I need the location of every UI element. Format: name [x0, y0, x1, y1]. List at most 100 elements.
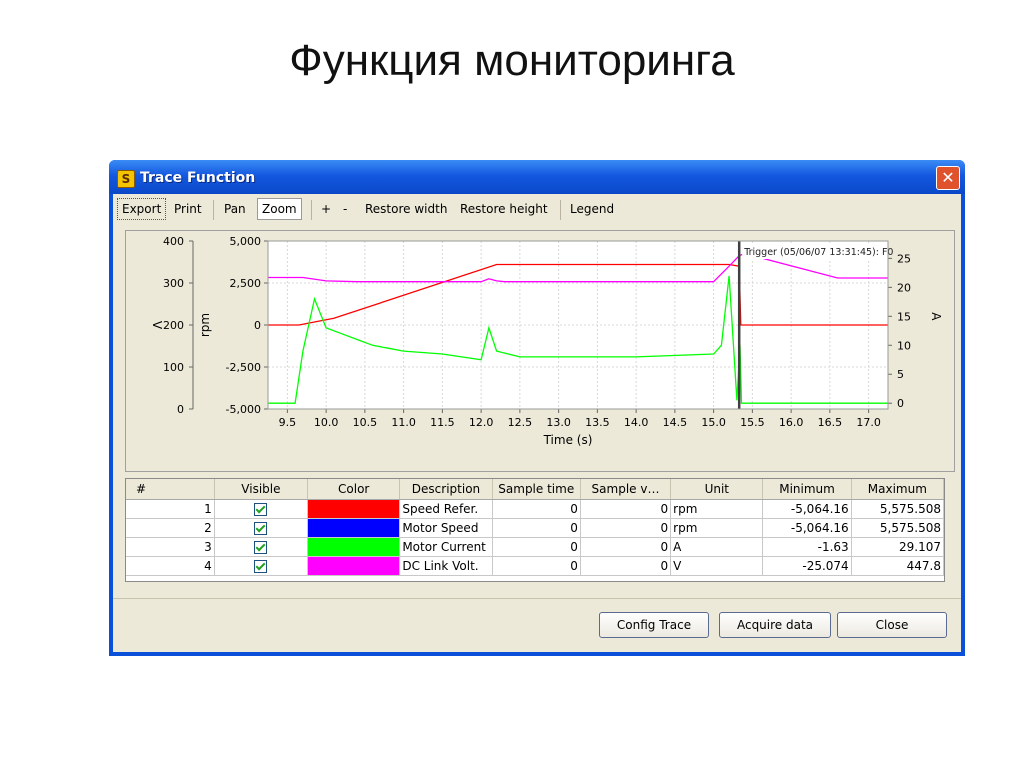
visible-cell	[214, 499, 309, 519]
col-header-number[interactable]: #	[126, 479, 215, 500]
unit-cell: rpm	[670, 518, 764, 538]
x-tick-label: 17.0	[856, 416, 881, 429]
x-tick-label: 16.0	[779, 416, 804, 429]
sample-value-cell: 0	[580, 556, 672, 576]
sample-time-cell: 0	[492, 499, 581, 519]
unit-cell: V	[670, 556, 764, 576]
table-row[interactable]: 1 Speed Refer. 0 0 rpm -5,064.16 5,575.5…	[126, 499, 945, 519]
table-row[interactable]: 3 Motor Current 0 0 A -1.63 29.107	[126, 537, 945, 557]
rpm-axis-label: rpm	[198, 313, 212, 337]
pan-button[interactable]: Pan	[220, 199, 250, 219]
sample-time-cell: 0	[492, 518, 581, 538]
maximum-cell: 29.107	[851, 537, 945, 557]
toolbar-separator	[311, 200, 312, 220]
sample-time-cell: 0	[492, 556, 581, 576]
trigger-label: Trigger (05/06/07 13:31:45): F0	[743, 247, 893, 258]
rpm-tick-label: -2,500	[226, 361, 261, 374]
v-axis-label: V	[150, 321, 164, 330]
a-tick-label: 25	[897, 252, 911, 265]
acquire-data-button[interactable]: Acquire data	[719, 612, 831, 638]
sample-value-cell: 0	[580, 518, 672, 538]
x-tick-label: 13.5	[585, 416, 610, 429]
col-header-description[interactable]: Description	[399, 479, 493, 500]
minimum-cell: -5,064.16	[762, 518, 852, 538]
channel-table: # Visible Color Description Sample time …	[125, 478, 945, 582]
x-tick-label: 15.5	[740, 416, 765, 429]
color-cell	[307, 499, 401, 519]
rpm-tick-label: 2,500	[230, 277, 262, 290]
close-button[interactable]: Close	[837, 612, 947, 638]
v-tick-label: 200	[163, 319, 184, 332]
table-header-row: # Visible Color Description Sample time …	[126, 479, 945, 500]
color-swatch[interactable]	[308, 519, 399, 537]
sample-value-cell: 0	[580, 499, 672, 519]
x-tick-label: 13.0	[546, 416, 571, 429]
color-swatch[interactable]	[308, 500, 399, 518]
description-cell: Speed Refer.	[399, 499, 493, 519]
row-number: 1	[126, 499, 215, 519]
visible-checkbox[interactable]	[254, 541, 268, 554]
v-tick-label: 300	[163, 277, 184, 290]
print-button[interactable]: Print	[170, 199, 206, 219]
window-client: Export Print Pan Zoom + - Restore width …	[113, 194, 961, 652]
restore-width-button[interactable]: Restore width	[361, 199, 451, 219]
table-row[interactable]: 4 DC Link Volt. 0 0 V -25.074 447.8	[126, 556, 945, 576]
table-row[interactable]: 2 Motor Speed 0 0 rpm -5,064.16 5,575.50…	[126, 518, 945, 538]
color-cell	[307, 556, 401, 576]
col-header-maximum[interactable]: Maximum	[851, 479, 945, 500]
description-cell: DC Link Volt.	[399, 556, 493, 576]
col-header-minimum[interactable]: Minimum	[762, 479, 852, 500]
maximum-cell: 447.8	[851, 556, 945, 576]
close-window-icon[interactable]: ✕	[936, 166, 960, 190]
maximum-cell: 5,575.508	[851, 518, 945, 538]
app-icon: S	[117, 170, 135, 188]
a-tick-label: 10	[897, 339, 911, 352]
x-tick-label: 10.5	[353, 416, 378, 429]
toolbar-separator	[560, 200, 561, 220]
zoom-button[interactable]: Zoom	[257, 198, 302, 220]
x-tick-label: 10.0	[314, 416, 339, 429]
col-header-unit[interactable]: Unit	[670, 479, 764, 500]
a-tick-label: 0	[897, 397, 904, 410]
x-axis-label: Time (s)	[543, 433, 593, 447]
a-tick-label: 15	[897, 310, 911, 323]
col-header-sample-value[interactable]: Sample v…	[580, 479, 672, 500]
description-cell: Motor Current	[399, 537, 493, 557]
x-tick-label: 11.5	[430, 416, 455, 429]
legend-button[interactable]: Legend	[566, 199, 618, 219]
x-tick-label: 11.0	[391, 416, 416, 429]
visible-checkbox[interactable]	[254, 503, 268, 516]
col-header-visible[interactable]: Visible	[214, 479, 309, 500]
trace-chart[interactable]: 9.5 10.0 10.5 11.0 11.5 12.0 12.5 13.0 13.5 14.0 1…	[126, 231, 954, 471]
footer-separator	[113, 598, 961, 599]
col-header-sample-time[interactable]: Sample time	[492, 479, 581, 500]
maximum-cell: 5,575.508	[851, 499, 945, 519]
rpm-tick-label: 5,000	[230, 235, 262, 248]
a-tick-label: 5	[897, 368, 904, 381]
restore-height-button[interactable]: Restore height	[456, 199, 552, 219]
window-title: Trace Function	[140, 170, 256, 186]
x-tick-label: 15.0	[701, 416, 726, 429]
x-tick-label: 12.5	[508, 416, 533, 429]
visible-checkbox[interactable]	[254, 522, 268, 535]
slide-title: Функция мониторинга	[289, 36, 735, 85]
col-header-color[interactable]: Color	[307, 479, 401, 500]
export-button[interactable]: Export	[117, 198, 167, 220]
zoom-in-button[interactable]: +	[317, 199, 335, 219]
rpm-tick-label: 0	[254, 319, 261, 332]
visible-cell	[214, 518, 309, 538]
plot-panel[interactable]: 9.5 10.0 10.5 11.0 11.5 12.0 12.5 13.0 13.5 14.0 1…	[125, 230, 955, 472]
v-tick-label: 100	[163, 361, 184, 374]
config-trace-button[interactable]: Config Trace	[599, 612, 709, 638]
visible-cell	[214, 556, 309, 576]
visible-checkbox[interactable]	[254, 560, 268, 573]
visible-cell	[214, 537, 309, 557]
rpm-tick-label: -5,000	[226, 403, 261, 416]
row-number: 2	[126, 518, 215, 538]
color-swatch[interactable]	[308, 538, 399, 556]
title-bar[interactable]: S Trace Function ✕	[109, 160, 965, 194]
toolbar: Export Print Pan Zoom + - Restore width …	[113, 196, 961, 222]
color-swatch[interactable]	[308, 557, 399, 575]
minimum-cell: -5,064.16	[762, 499, 852, 519]
zoom-out-button[interactable]: -	[339, 199, 351, 219]
